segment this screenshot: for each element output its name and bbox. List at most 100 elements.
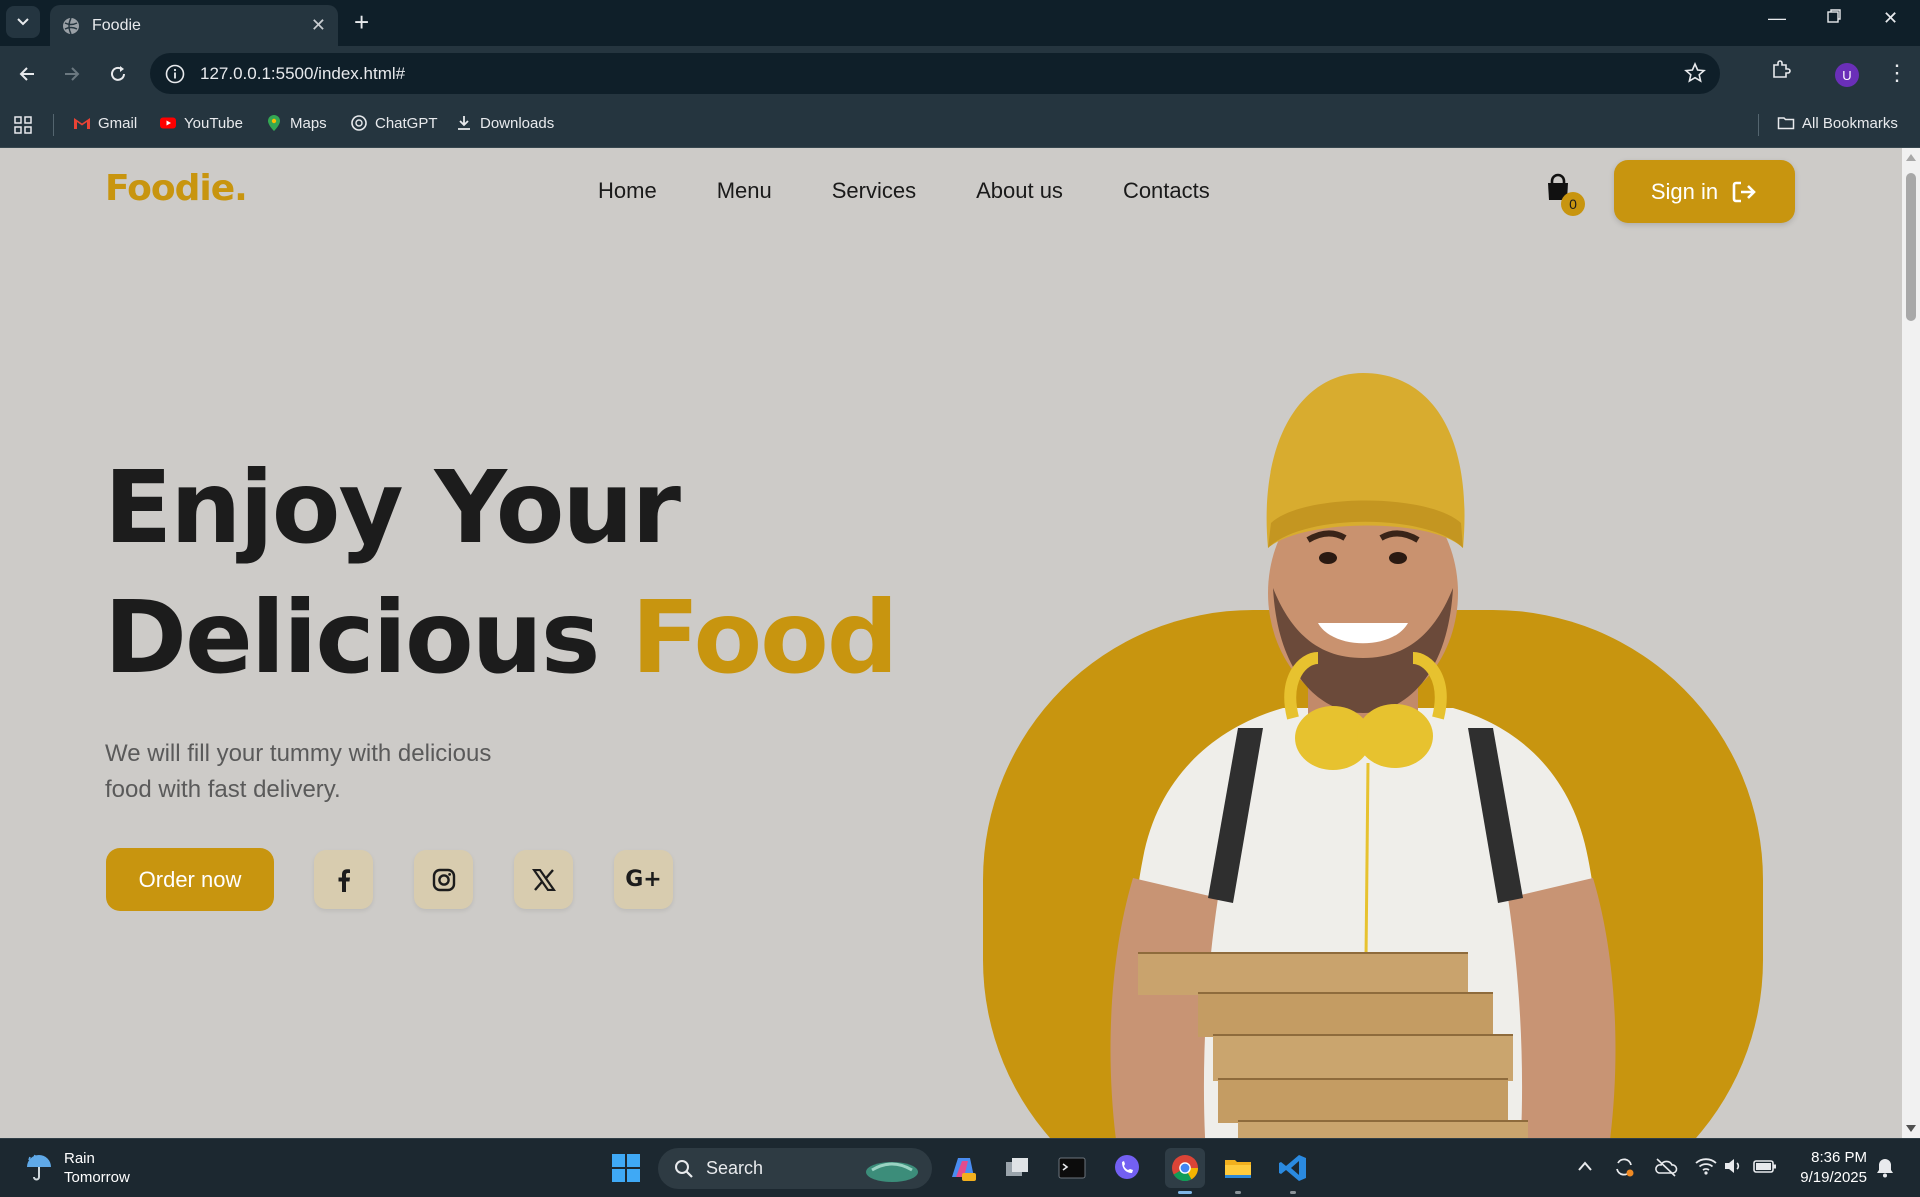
- close-window-button[interactable]: ✕: [1883, 8, 1898, 29]
- toolbar: 127.0.0.1:5500/index.html# U ⋮: [0, 46, 1920, 101]
- page-viewport: Foodie. Home Menu Services About us Cont…: [0, 148, 1902, 1138]
- main-nav: Home Menu Services About us Contacts: [598, 178, 1270, 204]
- download-icon: [458, 116, 470, 130]
- open-app-indicator: [1235, 1191, 1241, 1194]
- bookmark-label: All Bookmarks: [1802, 114, 1898, 132]
- bookmark-maps[interactable]: Maps: [265, 114, 327, 132]
- close-tab-icon[interactable]: ✕: [311, 15, 326, 36]
- nav-services[interactable]: Services: [832, 178, 916, 204]
- extensions-icon[interactable]: [1769, 58, 1793, 82]
- browser-menu-button[interactable]: ⋮: [1886, 60, 1908, 86]
- bookmark-chatgpt[interactable]: ChatGPT: [350, 114, 438, 132]
- search-label: Search: [706, 1158, 764, 1178]
- bookmark-downloads[interactable]: Downloads: [455, 114, 554, 132]
- sign-out-arrow-icon: [1732, 181, 1756, 202]
- bookmark-label: ChatGPT: [375, 114, 438, 132]
- scrollbar-thumb[interactable]: [1906, 173, 1916, 321]
- browser-tab[interactable]: Foodie ✕: [50, 5, 338, 46]
- copilot-icon: [952, 1158, 976, 1181]
- scroll-up-arrow[interactable]: [1906, 154, 1916, 161]
- nav-contacts[interactable]: Contacts: [1123, 178, 1210, 204]
- clock-date: 9/19/2025: [1800, 1169, 1867, 1186]
- x-icon: [531, 868, 556, 891]
- bookmark-label: Downloads: [480, 114, 555, 132]
- chrome-app[interactable]: [1165, 1148, 1205, 1188]
- google-plus-icon: G+: [625, 867, 662, 892]
- start-button[interactable]: [609, 1151, 643, 1185]
- nav-menu[interactable]: Menu: [717, 178, 772, 204]
- search-icon: [675, 1159, 693, 1178]
- wifi-icon[interactable]: [1695, 1157, 1717, 1175]
- hero-title-line2: Delicious Food: [104, 573, 898, 703]
- vscode-app[interactable]: [1276, 1151, 1310, 1185]
- x-twitter-button[interactable]: [514, 850, 573, 909]
- folder-app-icon: [1225, 1160, 1251, 1178]
- bookmark-label: Maps: [290, 114, 327, 132]
- bookmarks-bar: Gmail YouTube Maps ChatGPT Downloads All…: [0, 101, 1920, 148]
- sync-icon[interactable]: [1613, 1156, 1635, 1178]
- bookmark-youtube[interactable]: YouTube: [159, 114, 243, 132]
- volume-icon[interactable]: [1723, 1157, 1745, 1175]
- arrow-left-icon: [19, 67, 34, 81]
- restore-icon: [1827, 9, 1841, 23]
- apps-grid-icon[interactable]: [13, 115, 33, 135]
- google-plus-button[interactable]: G+: [614, 850, 673, 909]
- tab-search-button[interactable]: [6, 6, 40, 38]
- nav-about-us[interactable]: About us: [976, 178, 1063, 204]
- bookmark-label: YouTube: [184, 114, 243, 132]
- address-bar[interactable]: 127.0.0.1:5500/index.html#: [150, 53, 1720, 94]
- site-info-icon[interactable]: [164, 63, 186, 85]
- page-scrollbar[interactable]: [1902, 148, 1920, 1138]
- facebook-icon: [338, 868, 350, 892]
- minimize-button[interactable]: —: [1768, 8, 1786, 29]
- new-tab-button[interactable]: +: [354, 9, 369, 35]
- hero-title-accent: Food: [631, 579, 898, 696]
- terminal-app[interactable]: [1055, 1151, 1089, 1185]
- terminal-icon: [1058, 1157, 1086, 1179]
- reload-icon: [111, 66, 125, 81]
- bookmark-gmail[interactable]: Gmail: [73, 114, 137, 132]
- hero-title-word: Delicious: [104, 579, 600, 696]
- bookmark-star-icon[interactable]: [1684, 62, 1706, 84]
- task-view-app[interactable]: [1000, 1151, 1034, 1185]
- windows-logo-icon: [612, 1154, 640, 1182]
- globe-icon: [63, 17, 79, 34]
- nav-home[interactable]: Home: [598, 178, 657, 204]
- arrow-right-icon: [65, 67, 80, 81]
- copilot-app[interactable]: [946, 1151, 980, 1185]
- reload-button[interactable]: [104, 60, 132, 88]
- gmail-icon: [74, 118, 90, 129]
- all-bookmarks-button[interactable]: All Bookmarks: [1777, 114, 1898, 132]
- delivery-person-image: [983, 373, 1763, 1138]
- onedrive-offline-icon[interactable]: [1654, 1156, 1678, 1178]
- clock-time: 8:36 PM: [1811, 1149, 1867, 1166]
- chevron-up-icon[interactable]: [1577, 1160, 1593, 1172]
- windows-taskbar: Rain Tomorrow Search 8:36 PM 9/19/2025: [0, 1138, 1920, 1197]
- notification-bell-icon[interactable]: [1875, 1157, 1895, 1179]
- file-explorer-app[interactable]: [1221, 1151, 1255, 1185]
- folder-icon: [1777, 117, 1795, 130]
- scroll-down-arrow[interactable]: [1906, 1125, 1916, 1132]
- instagram-button[interactable]: [414, 850, 473, 909]
- facebook-button[interactable]: [314, 850, 373, 909]
- back-button[interactable]: [13, 60, 41, 88]
- system-clock[interactable]: 8:36 PM 9/19/2025: [1795, 1148, 1867, 1188]
- weather-widget[interactable]: Rain Tomorrow: [24, 1149, 130, 1187]
- cart-count-badge: 0: [1561, 192, 1585, 216]
- viber-app[interactable]: [1110, 1151, 1144, 1185]
- youtube-icon: [160, 117, 176, 129]
- maps-icon: [268, 115, 280, 131]
- hero-title-line1: Enjoy Your: [104, 449, 681, 566]
- order-now-button[interactable]: Order now: [106, 848, 274, 911]
- divider: [53, 114, 54, 136]
- umbrella-rain-icon: [27, 1154, 51, 1181]
- site-logo[interactable]: Foodie.: [105, 168, 248, 209]
- tab-strip: Foodie ✕ + — ✕: [0, 0, 1920, 46]
- profile-avatar[interactable]: U: [1835, 63, 1859, 87]
- restore-button[interactable]: [1826, 8, 1842, 29]
- task-view-icon: [1006, 1158, 1028, 1176]
- taskbar-search[interactable]: Search: [658, 1148, 932, 1189]
- sign-in-button[interactable]: Sign in: [1614, 160, 1795, 223]
- forward-button[interactable]: [58, 60, 86, 88]
- battery-icon[interactable]: [1753, 1157, 1777, 1175]
